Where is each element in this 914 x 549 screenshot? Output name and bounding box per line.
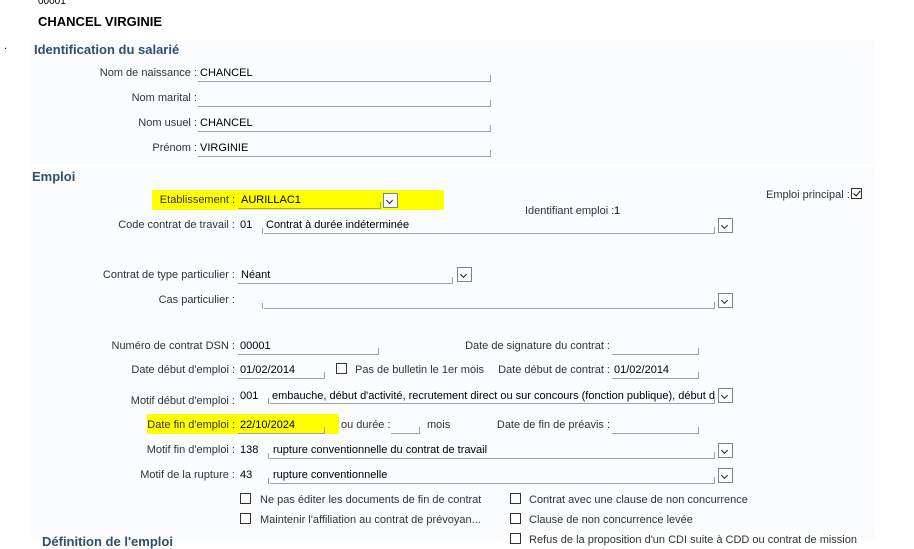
cas-particulier-field[interactable] [264, 302, 715, 309]
motif-fin-dropdown-button[interactable] [718, 443, 733, 458]
motif-rupture-code[interactable]: 43 [240, 469, 252, 481]
nom-marital-label: Nom marital : [131, 92, 197, 104]
clause-non-concurrence-checkbox[interactable] [510, 493, 521, 504]
date-signature-field[interactable] [612, 348, 699, 355]
nom-naissance-label: Nom de naissance : [99, 67, 197, 79]
refus-cdi-label[interactable]: Refus de la proposition d'un CDI suite à… [529, 534, 857, 546]
ne-pas-editer-checkbox[interactable] [240, 493, 251, 504]
clause-levee-checkbox[interactable] [510, 513, 521, 524]
nom-usuel-field[interactable] [198, 125, 491, 132]
maintenir-affiliation-checkbox[interactable] [240, 513, 251, 524]
contrat-particulier-dropdown-button[interactable] [457, 267, 472, 282]
nom-naissance-field[interactable] [198, 75, 491, 82]
ne-pas-editer-label[interactable]: Ne pas éditer les documents de fin de co… [260, 494, 481, 506]
motif-rupture-code-sep [268, 478, 269, 484]
emploi-principal-label: Emploi principal : [766, 189, 850, 201]
refus-cdi-checkbox[interactable] [510, 533, 521, 544]
employee-code: 00001 [38, 0, 66, 7]
motif-rupture-label: Motif de la rupture : [140, 469, 235, 481]
date-debut-contrat-field[interactable] [612, 372, 699, 379]
left-dot: . [4, 40, 8, 52]
clause-levee-label[interactable]: Clause de non concurrence levée [529, 514, 693, 526]
clause-non-concurrence-label[interactable]: Contrat avec une clause de non concurren… [529, 494, 748, 506]
code-contrat-field[interactable] [264, 227, 715, 234]
date-fin-preavis-field[interactable] [612, 427, 699, 434]
motif-fin-code-sep [268, 453, 269, 459]
identifiant-emploi-label: Identifiant emploi : [525, 205, 615, 217]
code-contrat-label: Code contrat de travail : [118, 219, 235, 231]
prenom-field[interactable] [198, 150, 491, 157]
motif-fin-field[interactable] [270, 452, 715, 459]
cas-particulier-code-sep [262, 303, 263, 309]
motif-debut-field[interactable] [270, 397, 715, 404]
cas-particulier-label: Cas particulier : [158, 294, 235, 306]
definition-emploi-title: Définition de l'emploi [42, 534, 173, 549]
date-fin-emploi-field[interactable] [238, 427, 325, 434]
etablissement-dropdown-button[interactable] [383, 193, 398, 208]
cas-particulier-dropdown-button[interactable] [718, 293, 733, 308]
motif-fin-label: Motif fin d'emploi : [146, 444, 235, 456]
nom-marital-field[interactable] [198, 100, 491, 107]
date-fin-emploi-label: Date fin d'emploi : [147, 419, 235, 431]
ou-duree-unit: mois [427, 419, 451, 431]
prenom-label: Prénom : [152, 142, 197, 154]
identifiant-emploi-value: 1 [614, 205, 621, 217]
etablissement-field[interactable] [238, 202, 381, 209]
date-signature-label: Date de signature du contrat : [465, 340, 610, 352]
contrat-particulier-label: Contrat de type particulier : [102, 269, 235, 281]
date-fin-preavis-label: Date de fin de préavis : [496, 419, 610, 431]
numero-dsn-label: Numéro de contrat DSN : [111, 340, 236, 352]
numero-dsn-field[interactable] [238, 348, 379, 355]
nom-usuel-label: Nom usuel : [138, 117, 197, 129]
identification-title: Identification du salarié [34, 42, 180, 57]
pas-bulletin-label[interactable]: Pas de bulletin le 1er mois [355, 364, 484, 376]
date-debut-emploi-field[interactable] [238, 372, 325, 379]
contrat-particulier-field[interactable] [238, 277, 453, 284]
code-contrat-code[interactable]: 01 [240, 219, 252, 231]
emploi-principal-checkbox[interactable] [851, 188, 862, 199]
maintenir-affiliation-label[interactable]: Maintenir l'affiliation au contrat de pr… [260, 514, 481, 526]
ou-duree-field[interactable] [391, 427, 420, 434]
motif-debut-code[interactable]: 001 [240, 390, 258, 402]
motif-rupture-field[interactable] [270, 477, 715, 484]
emploi-title: Emploi [32, 169, 76, 184]
date-debut-contrat-label: Date début de contrat : [498, 364, 610, 376]
employee-name: CHANCEL VIRGINIE [38, 14, 162, 29]
motif-rupture-dropdown-button[interactable] [718, 468, 733, 483]
motif-debut-dropdown-button[interactable] [718, 388, 733, 403]
code-contrat-code-sep [262, 228, 263, 234]
etablissement-label: Etablissement : [159, 194, 235, 206]
motif-fin-code[interactable]: 138 [240, 444, 258, 456]
motif-debut-label: Motif début d'emploi : [130, 395, 235, 407]
motif-debut-code-sep [268, 398, 269, 404]
pas-bulletin-checkbox[interactable] [336, 363, 347, 374]
ou-duree-label: ou durée : [341, 419, 391, 431]
date-debut-emploi-label: Date début d'emploi : [131, 364, 235, 376]
code-contrat-dropdown-button[interactable] [718, 218, 733, 233]
